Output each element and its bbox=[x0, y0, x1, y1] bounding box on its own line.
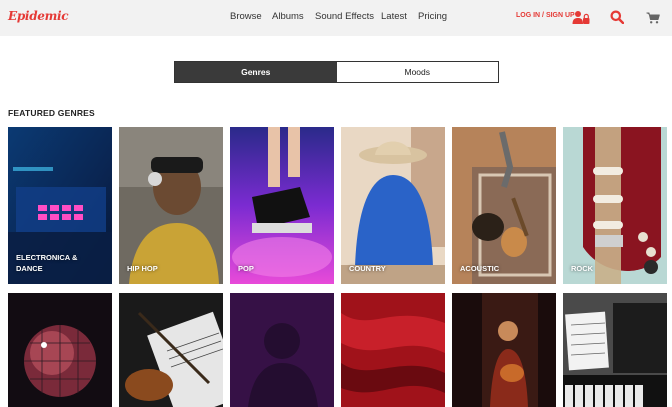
genre-image bbox=[230, 127, 334, 284]
genre-card-rock[interactable]: ROCK bbox=[563, 127, 667, 284]
genre-card-classical[interactable] bbox=[119, 293, 223, 407]
search-icon[interactable] bbox=[610, 10, 625, 25]
genre-label: HIP HOP bbox=[127, 264, 158, 273]
genre-label: ELECTRONICA & DANCE bbox=[16, 253, 78, 273]
genre-label: ACOUSTIC bbox=[460, 264, 500, 273]
logo-text[interactable]: Epidemic bbox=[8, 9, 69, 23]
genre-mood-toggle: Genres Moods bbox=[174, 61, 499, 83]
genre-image bbox=[8, 293, 112, 407]
epidemic-logo[interactable]: Epidemic bbox=[8, 7, 69, 25]
tab-moods[interactable]: Moods bbox=[336, 62, 498, 82]
user-lock-icon[interactable] bbox=[572, 10, 590, 25]
genre-card-electronica-dance[interactable]: ELECTRONICA & DANCE bbox=[8, 127, 112, 284]
nav-latest[interactable]: Latest bbox=[381, 11, 407, 22]
genre-card-piano[interactable] bbox=[563, 293, 667, 407]
genre-label: COUNTRY bbox=[349, 264, 386, 273]
genre-image bbox=[563, 127, 667, 284]
featured-genres-title: FEATURED GENRES bbox=[8, 108, 95, 118]
nav-browse[interactable]: Browse bbox=[230, 11, 262, 22]
genre-card-pop[interactable]: POP bbox=[230, 127, 334, 284]
genre-image bbox=[452, 127, 556, 284]
genre-image bbox=[230, 293, 334, 407]
genre-card-disco[interactable] bbox=[8, 293, 112, 407]
site-header: Epidemic Browse Albums Sound Effects Lat… bbox=[0, 0, 672, 36]
genre-card-country[interactable]: COUNTRY bbox=[341, 127, 445, 284]
genre-label: POP bbox=[238, 264, 254, 273]
genre-card-soul[interactable] bbox=[230, 293, 334, 407]
nav-sound-effects[interactable]: Sound Effects bbox=[315, 11, 374, 22]
genre-image bbox=[119, 293, 223, 407]
genre-image bbox=[563, 293, 667, 407]
nav-albums[interactable]: Albums bbox=[272, 11, 304, 22]
genre-card-acoustic[interactable]: ACOUSTIC bbox=[452, 127, 556, 284]
genre-image bbox=[452, 293, 556, 407]
login-signup-link[interactable]: LOG IN / SIGN UP bbox=[516, 12, 575, 19]
genre-image bbox=[341, 293, 445, 407]
genre-card-hip-hop[interactable]: HIP HOP bbox=[119, 127, 223, 284]
genre-image bbox=[119, 127, 223, 284]
tab-genres[interactable]: Genres bbox=[175, 62, 337, 82]
nav-pricing[interactable]: Pricing bbox=[418, 11, 447, 22]
cart-icon[interactable] bbox=[646, 11, 660, 24]
genre-card-drama[interactable] bbox=[341, 293, 445, 407]
genre-label: ROCK bbox=[571, 264, 594, 273]
genre-card-folk[interactable] bbox=[452, 293, 556, 407]
genre-image bbox=[341, 127, 445, 284]
